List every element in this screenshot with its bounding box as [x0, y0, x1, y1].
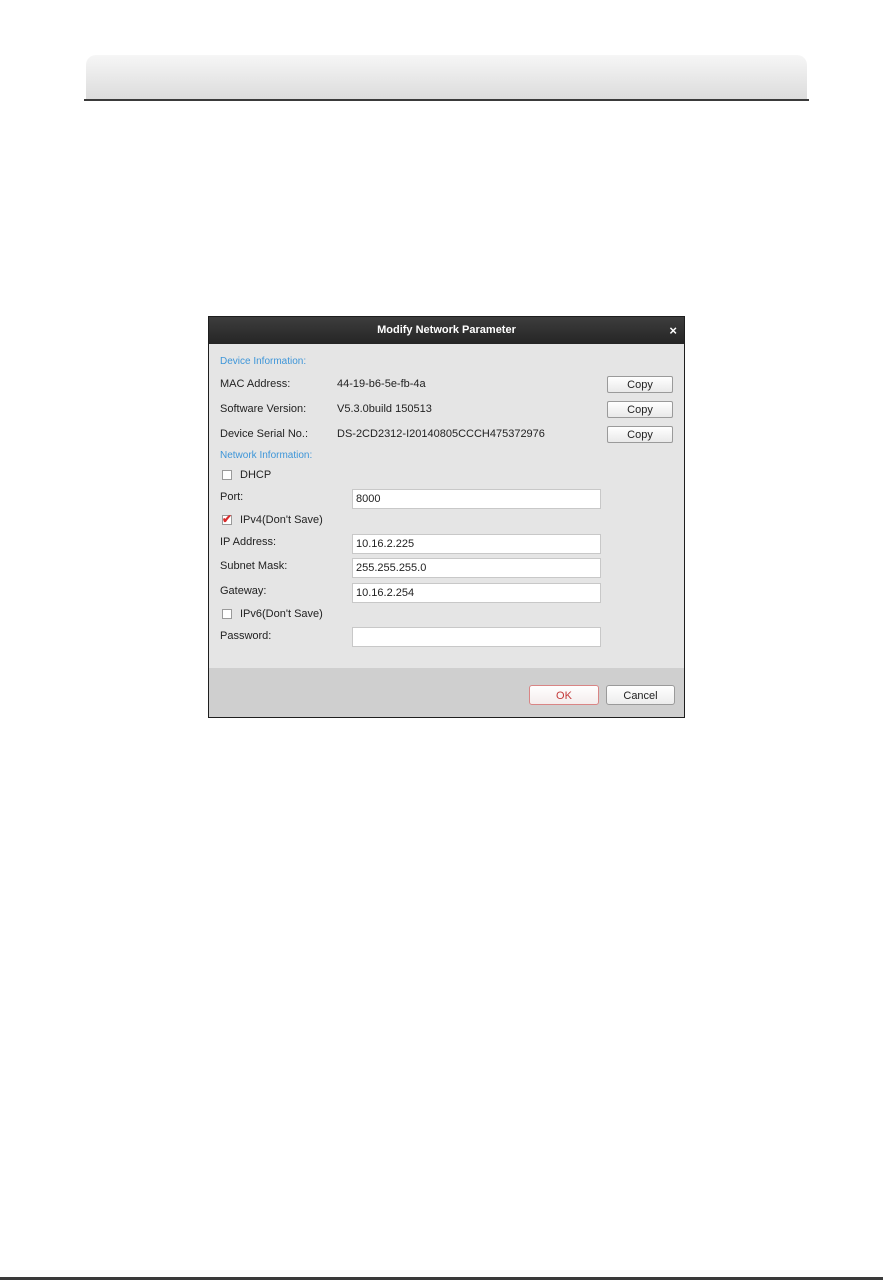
device-serial-value: DS-2CD2312-I20140805CCCH475372976 — [337, 428, 545, 440]
subnet-mask-label: Subnet Mask: — [220, 560, 288, 572]
ip-address-label: IP Address: — [220, 536, 277, 548]
ipv4-checkbox-row[interactable]: IPv4(Don't Save) — [222, 512, 323, 526]
close-icon[interactable]: × — [669, 317, 677, 344]
dhcp-checkbox-row[interactable]: DHCP — [222, 469, 271, 481]
gateway-label: Gateway: — [220, 585, 267, 597]
gateway-input[interactable]: 10.16.2.254 — [352, 583, 601, 603]
header-divider — [84, 99, 809, 101]
ok-button[interactable]: OK — [529, 685, 599, 705]
mac-address-value: 44-19-b6-5e-fb-4a — [337, 378, 426, 390]
mac-address-label: MAC Address: — [220, 378, 291, 390]
copy-software-button[interactable]: Copy — [607, 401, 673, 418]
ipv4-checkbox[interactable] — [222, 512, 232, 526]
software-version-value: V5.3.0build 150513 — [337, 403, 432, 415]
ipv6-checkbox-row[interactable]: IPv6(Don't Save) — [222, 608, 323, 620]
ip-address-input[interactable]: 10.16.2.225 — [352, 534, 601, 554]
ipv4-label: IPv4(Don't Save) — [240, 514, 323, 526]
copy-mac-button[interactable]: Copy — [607, 376, 673, 393]
device-serial-label: Device Serial No.: — [220, 428, 309, 440]
dhcp-label: DHCP — [240, 469, 272, 481]
page-header-bar — [86, 55, 807, 99]
port-label: Port: — [220, 491, 244, 503]
password-input[interactable] — [352, 627, 601, 647]
cancel-button[interactable]: Cancel — [606, 685, 675, 705]
copy-serial-button[interactable]: Copy — [607, 426, 673, 443]
software-version-label: Software Version: — [220, 403, 307, 415]
modify-network-dialog: Modify Network Parameter × Device Inform… — [208, 316, 685, 718]
port-input[interactable]: 8000 — [352, 489, 601, 509]
ipv6-label: IPv6(Don't Save) — [240, 608, 323, 620]
network-info-section-label: Network Information: — [220, 450, 313, 461]
dialog-titlebar: Modify Network Parameter × — [209, 317, 684, 344]
dialog-title: Modify Network Parameter — [377, 324, 516, 336]
subnet-mask-input[interactable]: 255.255.255.0 — [352, 558, 601, 578]
dhcp-checkbox[interactable] — [222, 470, 232, 480]
device-info-section-label: Device Information: — [220, 356, 307, 367]
password-label: Password: — [220, 630, 272, 642]
ipv6-checkbox[interactable] — [222, 609, 232, 619]
